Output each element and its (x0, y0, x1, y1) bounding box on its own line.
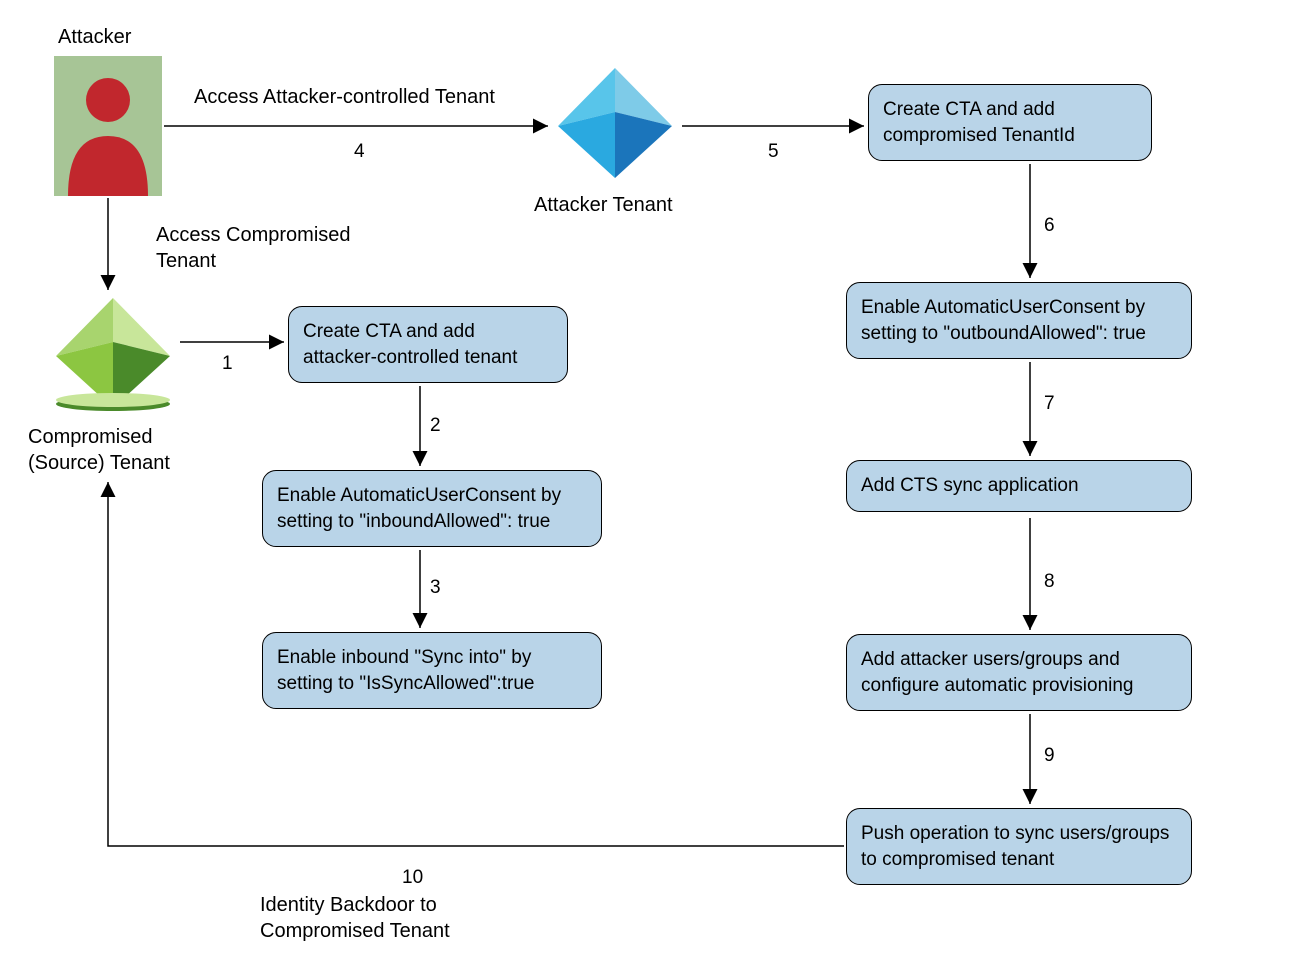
diagram-canvas: Attacker Attacker Tenant Compromised (So… (0, 0, 1311, 965)
arrows-layer (0, 0, 1311, 965)
